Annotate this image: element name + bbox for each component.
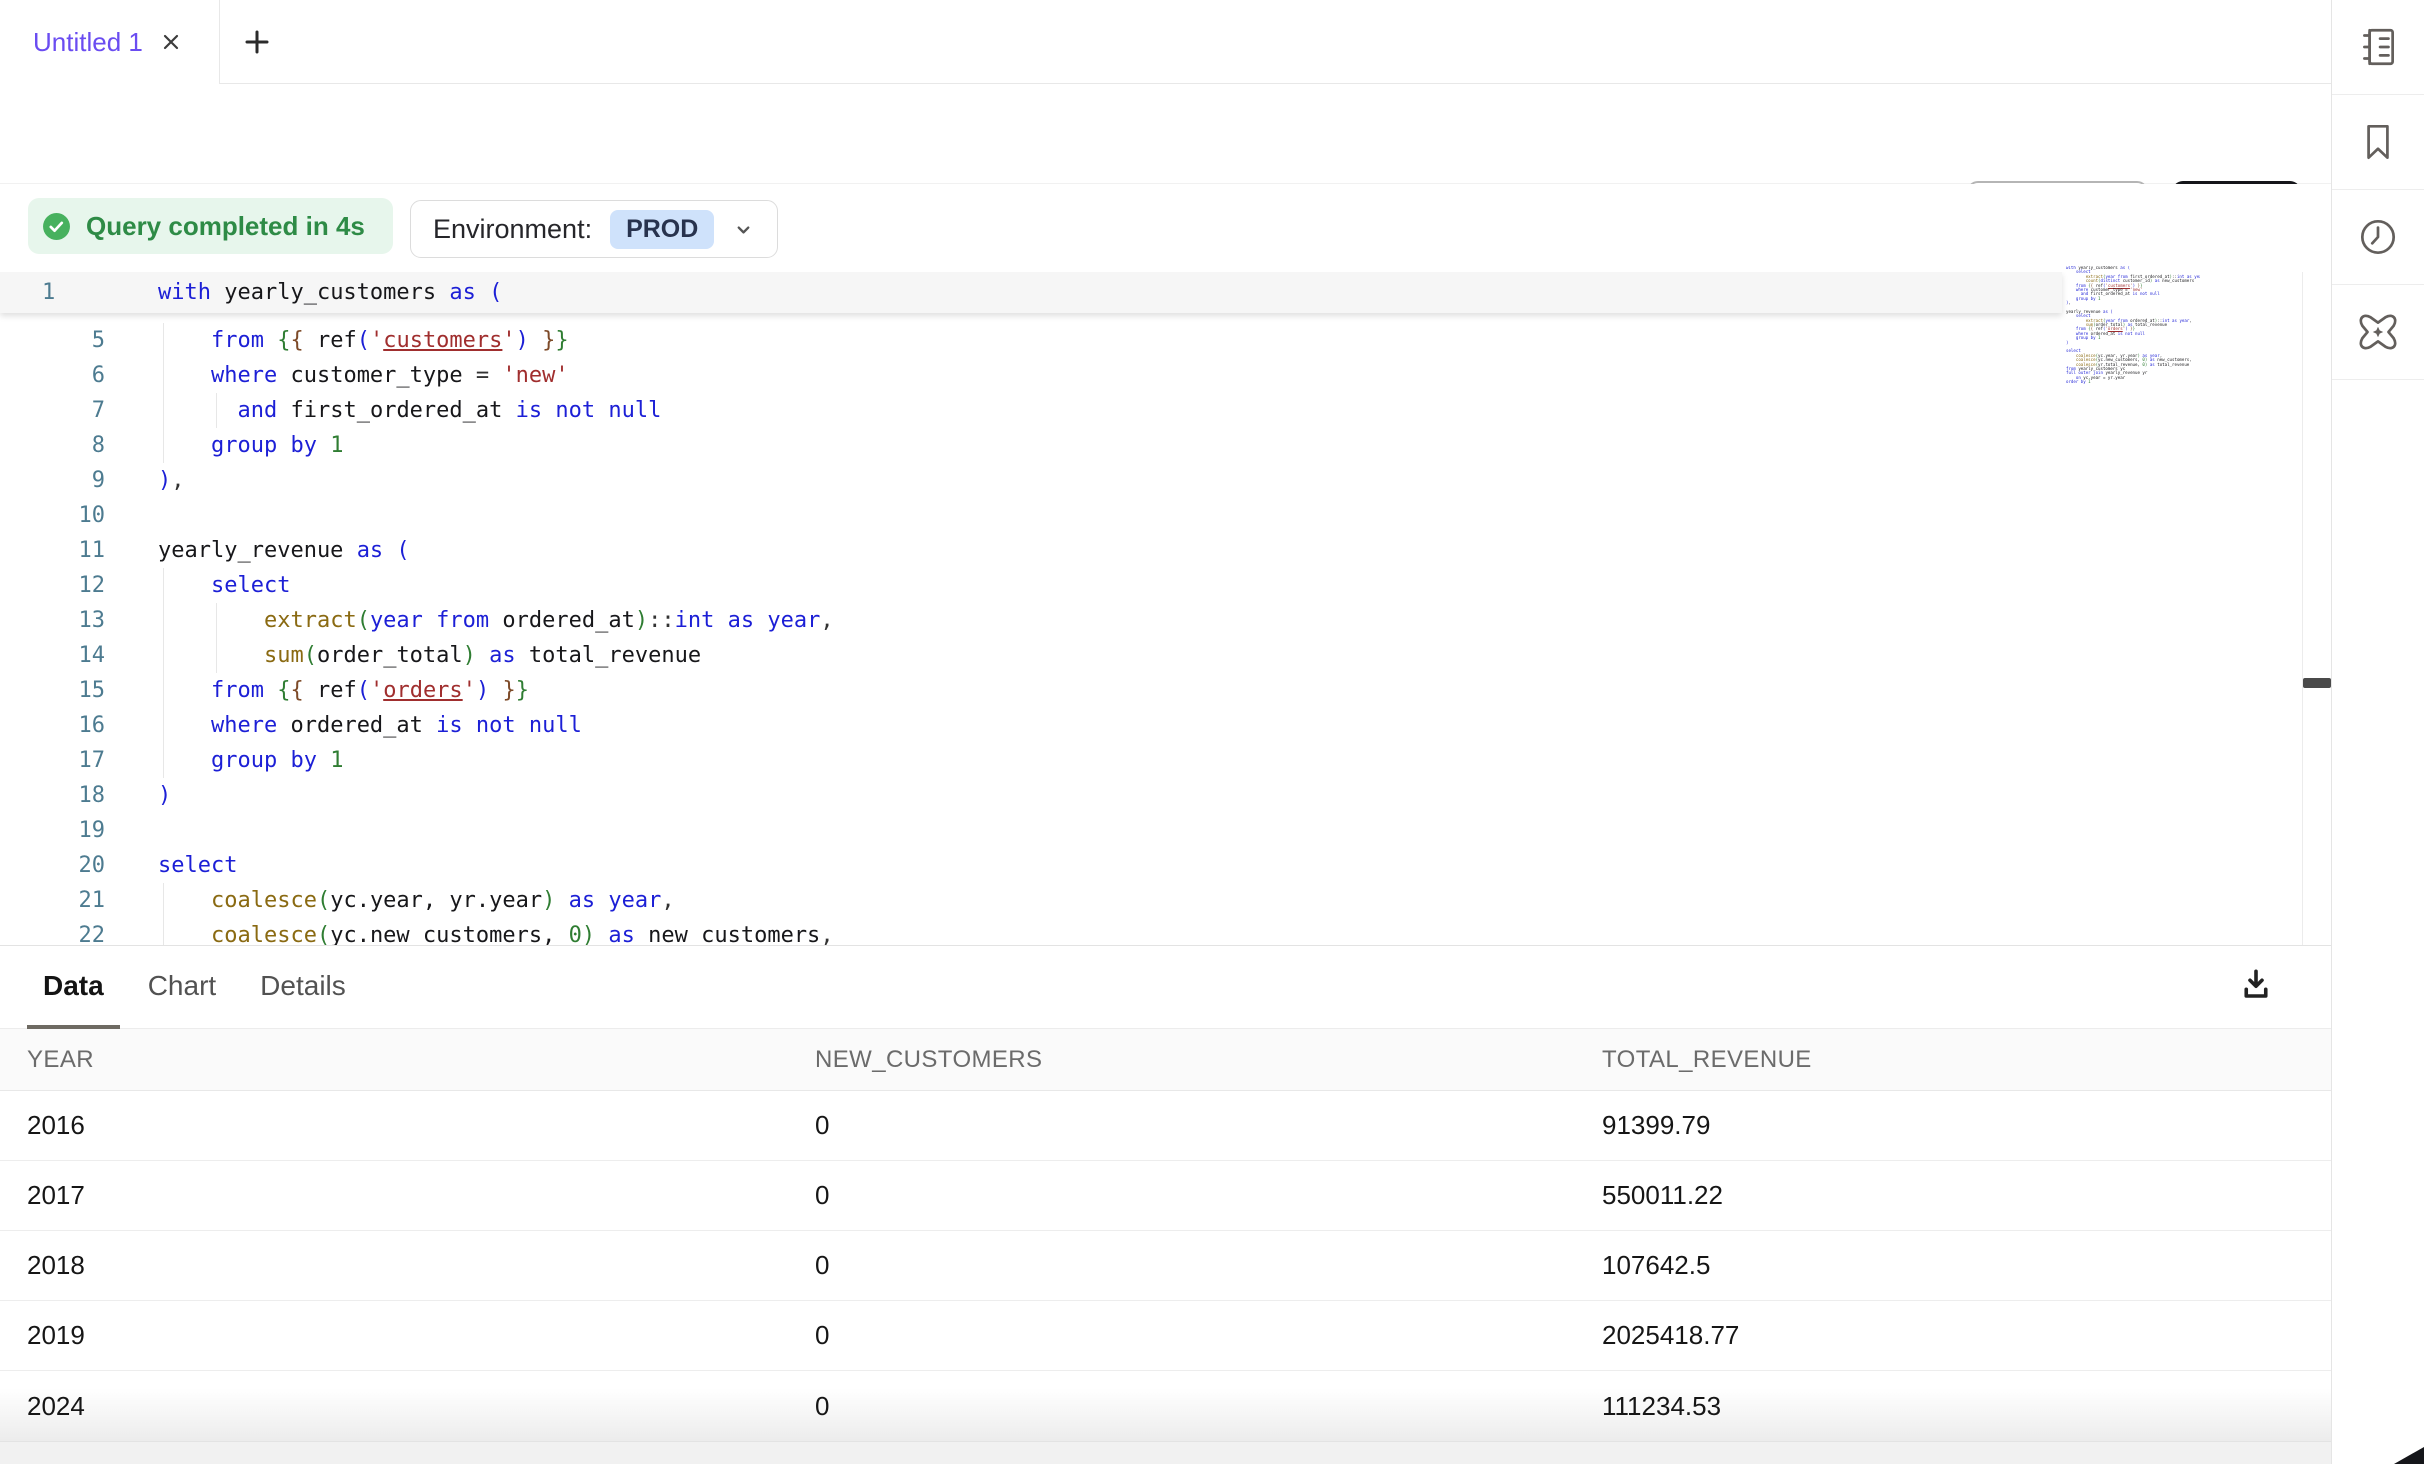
code-line: 10 bbox=[0, 498, 2300, 533]
rail-item-assistant[interactable] bbox=[2332, 285, 2424, 380]
plus-icon[interactable] bbox=[240, 25, 274, 59]
table-cell: 2017 bbox=[0, 1180, 788, 1211]
table-cell: 2024 bbox=[0, 1391, 788, 1422]
bookmark-icon bbox=[2355, 119, 2401, 165]
code-line: 20select bbox=[0, 848, 2300, 883]
indent-guide bbox=[163, 883, 164, 945]
table-row: 201902025418.77 bbox=[0, 1301, 2331, 1371]
splitter-line bbox=[2302, 272, 2303, 945]
results-tab-details[interactable]: Details bbox=[244, 946, 362, 1029]
code-line: 14 sum(order_total) as total_revenue bbox=[0, 638, 2300, 673]
sticky-line: 1with yearly_customers as ( bbox=[0, 272, 2062, 313]
code-line: 5 from {{ ref('customers') }} bbox=[0, 323, 2300, 358]
main-panel: Untitled 1 Develop Run bbox=[0, 0, 2331, 1464]
notebook-icon bbox=[2355, 24, 2401, 70]
check-circle-icon bbox=[42, 212, 71, 241]
rail-item-notebook[interactable] bbox=[2332, 0, 2424, 95]
code-line: 7 and first_ordered_at is not null bbox=[0, 393, 2300, 428]
table-cell: 2019 bbox=[0, 1320, 788, 1351]
status-row: Query completed in 4s Environment: PROD bbox=[0, 184, 2331, 272]
query-status-text: Query completed in 4s bbox=[86, 211, 365, 242]
code-line: 21 coalesce(yc.year, yr.year) as year, bbox=[0, 883, 2300, 918]
table-cell: 0 bbox=[788, 1320, 1575, 1351]
table-row: 2016091399.79 bbox=[0, 1091, 2331, 1161]
resize-corner[interactable] bbox=[2394, 1447, 2424, 1464]
table-cell: 91399.79 bbox=[1575, 1110, 2331, 1141]
table-cell: 107642.5 bbox=[1575, 1250, 2331, 1281]
table-cell: 0 bbox=[788, 1180, 1575, 1211]
app-window: Untitled 1 Develop Run bbox=[0, 0, 2424, 1464]
splitter-handle[interactable] bbox=[2303, 678, 2331, 688]
code-line: 22 coalesce(yc.new_customers, 0) as new_… bbox=[0, 918, 2300, 945]
tab-untitled-1[interactable]: Untitled 1 bbox=[0, 0, 220, 84]
environment-value-badge: PROD bbox=[610, 210, 714, 249]
download-icon[interactable] bbox=[2234, 962, 2278, 1006]
indent-guide bbox=[216, 603, 217, 673]
code-line: 6 where customer_type = 'new' bbox=[0, 358, 2300, 393]
table-cell: 2018 bbox=[0, 1250, 788, 1281]
table-cell: 2016 bbox=[0, 1110, 788, 1141]
environment-label: Environment: bbox=[433, 214, 592, 245]
code-line: 13 extract(year from ordered_at)::int as… bbox=[0, 603, 2300, 638]
code-editor[interactable]: 5 from {{ ref('customers') }}6 where cus… bbox=[0, 272, 2331, 945]
table-cell: 550011.22 bbox=[1575, 1180, 2331, 1211]
code-line: 12 select bbox=[0, 568, 2300, 603]
column-header: TOTAL_REVENUE bbox=[1575, 1046, 2331, 1074]
code-line: 8 group by 1 bbox=[0, 428, 2300, 463]
code-line: 19 bbox=[0, 813, 2300, 848]
table-cell: 2025418.77 bbox=[1575, 1320, 2331, 1351]
results-tab-chart[interactable]: Chart bbox=[132, 946, 232, 1029]
table-header: YEARNEW_CUSTOMERSTOTAL_REVENUE bbox=[0, 1029, 2331, 1091]
chevron-down-icon bbox=[732, 218, 755, 241]
code-line: 11yearly_revenue as ( bbox=[0, 533, 2300, 568]
table-row: 20180107642.5 bbox=[0, 1231, 2331, 1301]
table-footer-strip bbox=[0, 1441, 2331, 1464]
column-header: YEAR bbox=[0, 1046, 788, 1074]
environment-selector[interactable]: Environment: PROD bbox=[410, 200, 778, 258]
editor-tab-bar: Untitled 1 bbox=[0, 0, 2331, 84]
code-line: 17 group by 1 bbox=[0, 743, 2300, 778]
knot-sparkle-icon bbox=[2355, 309, 2401, 355]
code-lines: 5 from {{ ref('customers') }}6 where cus… bbox=[0, 323, 2300, 945]
close-icon[interactable] bbox=[159, 30, 183, 54]
query-status-badge: Query completed in 4s bbox=[28, 198, 393, 254]
table-row: 20170550011.22 bbox=[0, 1161, 2331, 1231]
column-header: NEW_CUSTOMERS bbox=[788, 1046, 1575, 1074]
toolbar: Develop Run bbox=[0, 84, 2331, 184]
results-panel: DataChartDetails YEARNEW_CUSTOMERSTOTAL_… bbox=[0, 945, 2331, 1464]
minimap-line: order by 1 bbox=[2066, 380, 2200, 384]
results-tab-bar: DataChartDetails bbox=[0, 946, 2331, 1029]
code-line: 18) bbox=[0, 778, 2300, 813]
table-cell: 111234.53 bbox=[1575, 1391, 2331, 1422]
code-line: 16 where ordered_at is not null bbox=[0, 708, 2300, 743]
results-tab-data[interactable]: Data bbox=[27, 946, 120, 1029]
table-row: 20240111234.53 bbox=[0, 1371, 2331, 1441]
rail-item-history[interactable] bbox=[2332, 190, 2424, 285]
code-line: 15 from {{ ref('orders') }} bbox=[0, 673, 2300, 708]
tab-label: Untitled 1 bbox=[33, 27, 143, 58]
clock-icon bbox=[2355, 214, 2401, 260]
indent-guide bbox=[163, 323, 164, 463]
indent-guide bbox=[163, 568, 164, 778]
rail-item-bookmarks[interactable] bbox=[2332, 95, 2424, 190]
table-cell: 0 bbox=[788, 1391, 1575, 1422]
minimap[interactable]: with yearly_customers as ( select extrac… bbox=[2066, 266, 2200, 390]
table-cell: 0 bbox=[788, 1110, 1575, 1141]
code-line: 9), bbox=[0, 463, 2300, 498]
right-icon-rail bbox=[2331, 0, 2424, 1464]
table-cell: 0 bbox=[788, 1250, 1575, 1281]
table-body: 2016091399.7920170550011.2220180107642.5… bbox=[0, 1091, 2331, 1441]
indent-guide bbox=[216, 393, 217, 428]
